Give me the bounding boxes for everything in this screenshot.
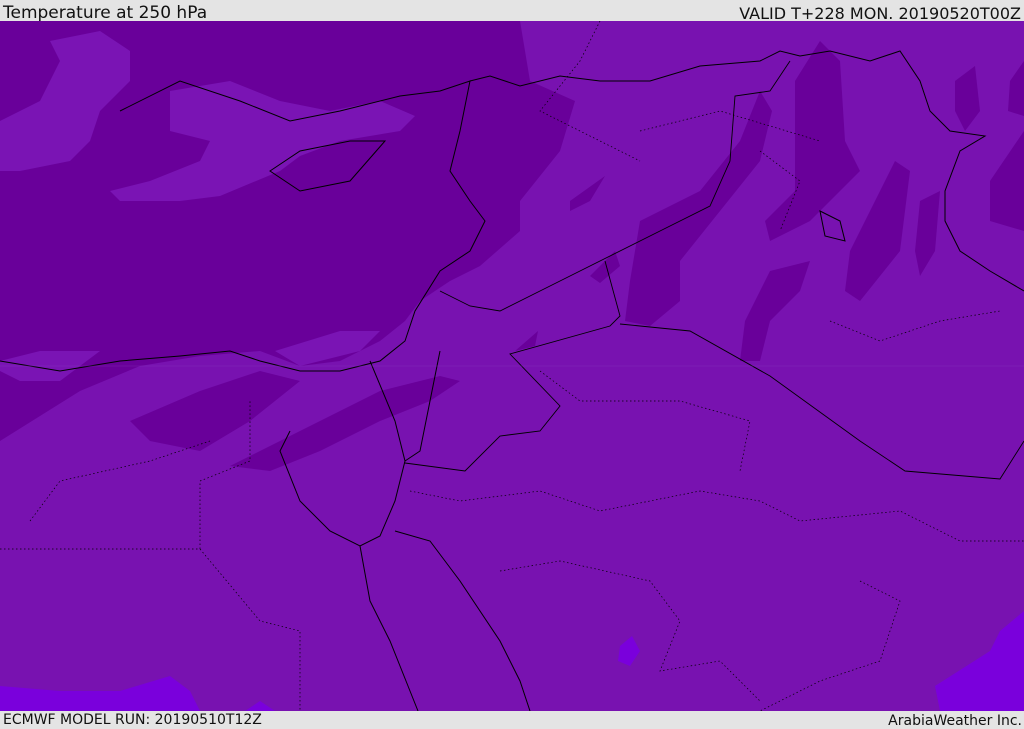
temperature-map	[0, 21, 1024, 711]
footer-bar: ECMWF MODEL RUN: 20190510T12Z ArabiaWeat…	[0, 711, 1024, 729]
map-title: Temperature at 250 hPa	[3, 3, 208, 23]
header-bar: Temperature at 250 hPa VALID T+228 MON. …	[0, 0, 1024, 23]
brand-credit: ArabiaWeather Inc.	[888, 713, 1022, 729]
model-run: ECMWF MODEL RUN: 20190510T12Z	[3, 712, 262, 728]
